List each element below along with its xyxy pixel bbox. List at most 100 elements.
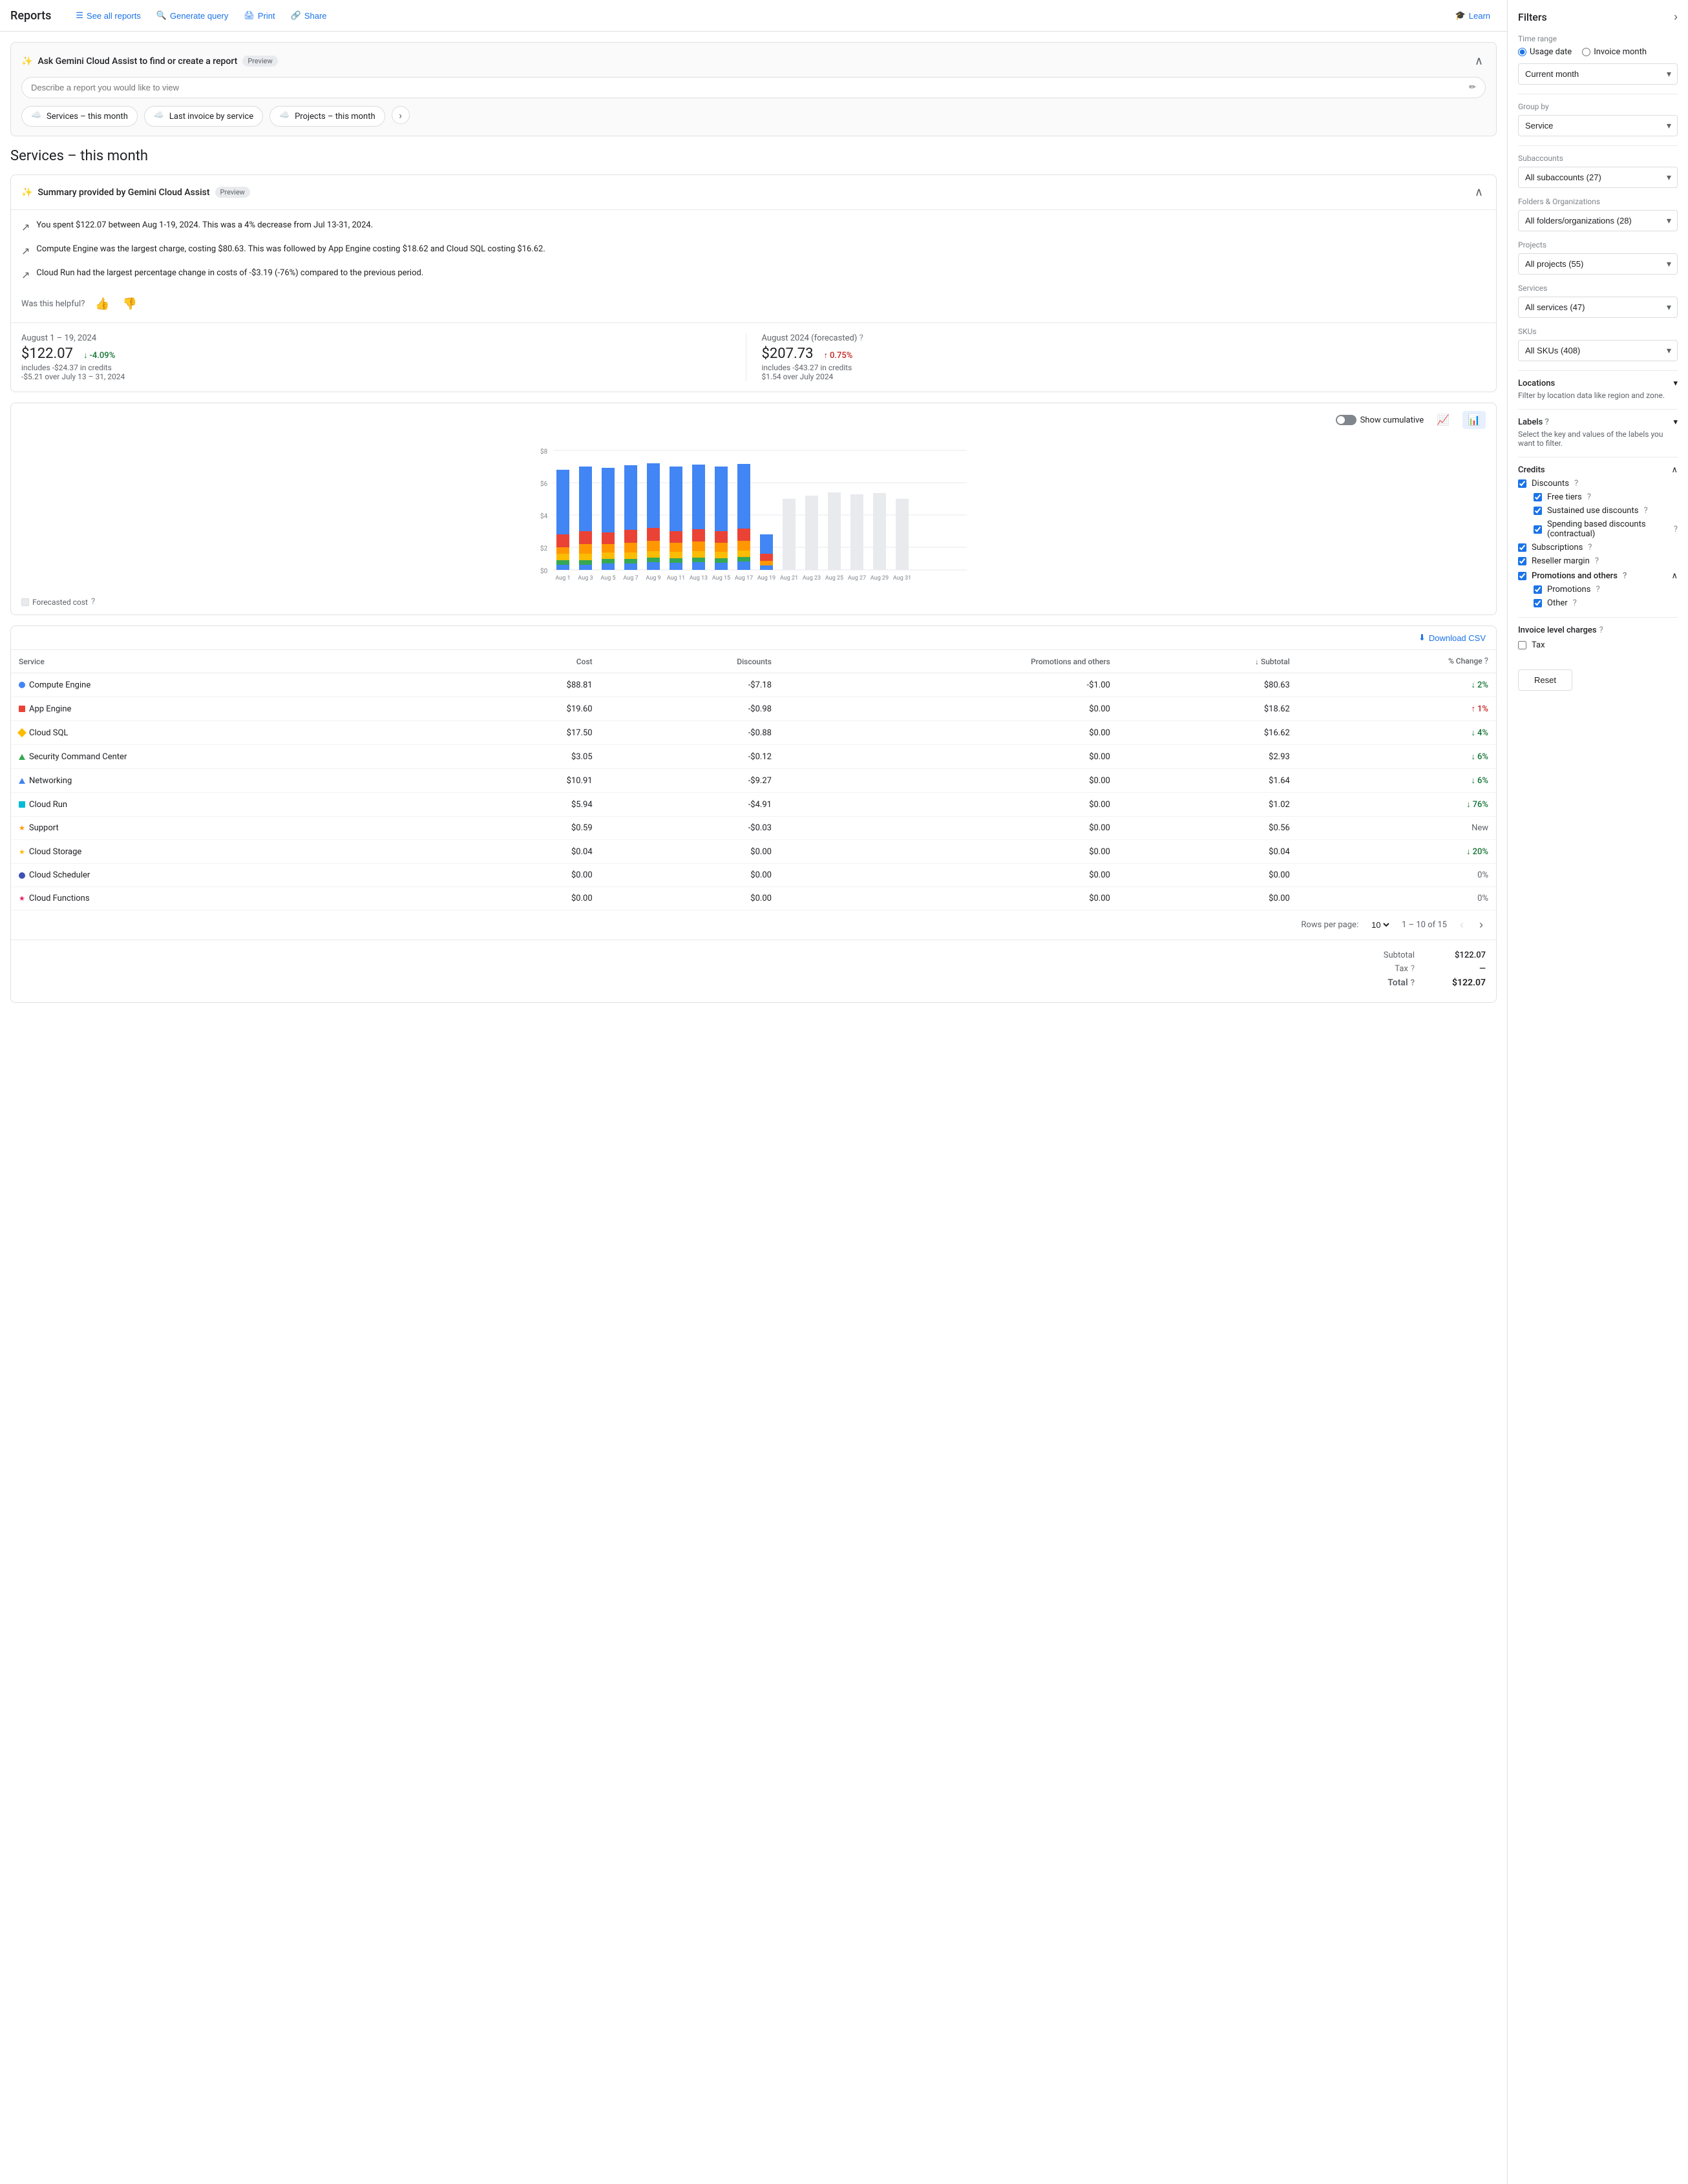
toggle-switch[interactable] bbox=[1336, 415, 1356, 425]
forecasted-help-icon[interactable]: ? bbox=[91, 597, 95, 607]
cell-discounts-7: $0.00 bbox=[600, 840, 779, 864]
cell-discounts-0: -$7.18 bbox=[600, 673, 779, 697]
forecast-help-icon[interactable]: ? bbox=[860, 333, 863, 343]
pagination-row: Rows per page: 10 25 50 1 – 10 of 15 ‹ › bbox=[11, 910, 1496, 940]
usage-date-radio[interactable]: Usage date bbox=[1518, 47, 1572, 57]
subscriptions-help-icon[interactable]: ? bbox=[1588, 543, 1592, 552]
reseller-checkbox[interactable]: Reseller margin ? bbox=[1518, 556, 1678, 566]
discounts-help-icon[interactable]: ? bbox=[1574, 479, 1578, 488]
sustained-help-icon[interactable]: ? bbox=[1643, 506, 1647, 516]
labels-help-icon[interactable]: ? bbox=[1545, 417, 1549, 427]
cell-service-0: Compute Engine bbox=[11, 673, 452, 697]
promotions-sub-help-icon[interactable]: ? bbox=[1596, 585, 1599, 594]
chip-services-month[interactable]: ☁️ Services – this month bbox=[21, 106, 138, 127]
helpful-row: Was this helpful? 👍 👎 bbox=[21, 291, 1486, 313]
credits-header[interactable]: Credits ∧ bbox=[1518, 465, 1678, 475]
app-header: Reports ☰ See all reports 🔍 Generate que… bbox=[0, 0, 1507, 32]
locations-row[interactable]: Locations ▾ bbox=[1518, 379, 1678, 388]
chips-next-button[interactable]: › bbox=[392, 106, 410, 124]
cumulative-toggle[interactable]: Show cumulative bbox=[1336, 415, 1424, 425]
x-label-15: Aug 29 bbox=[870, 575, 889, 582]
group-by-select[interactable]: Service bbox=[1518, 115, 1678, 136]
group-by-wrapper: Service ▾ bbox=[1518, 115, 1678, 136]
discounts-checkbox[interactable]: Discounts ? bbox=[1518, 479, 1678, 488]
chip-last-invoice[interactable]: ☁️ Last invoice by service bbox=[144, 106, 263, 127]
cell-cost-3: $3.05 bbox=[452, 745, 600, 769]
x-label-4: Aug 7 bbox=[623, 575, 638, 582]
filter-credits: Credits ∧ Discounts ? Free tiers ? Susta… bbox=[1518, 465, 1678, 608]
learn-button[interactable]: 🎓 Learn bbox=[1449, 6, 1497, 25]
promotions-header[interactable]: Promotions and others ? ∧ bbox=[1518, 571, 1678, 581]
bar-gold-3 bbox=[602, 552, 615, 559]
share-button[interactable]: 🔗 Share bbox=[284, 6, 333, 25]
cell-change-8: 0% bbox=[1298, 864, 1496, 887]
subaccounts-select[interactable]: All subaccounts (27) bbox=[1518, 167, 1678, 188]
time-range-radio-group: Usage date Invoice month bbox=[1518, 47, 1678, 57]
cell-discounts-9: $0.00 bbox=[600, 887, 779, 910]
chip-projects-month[interactable]: ☁️ Projects – this month bbox=[269, 106, 385, 127]
labels-row[interactable]: Labels ? ▾ bbox=[1518, 417, 1678, 427]
promotions-main-help-icon[interactable]: ? bbox=[1623, 571, 1627, 581]
bar-orange-9 bbox=[737, 541, 750, 552]
spending-checkbox[interactable]: Spending based discounts (contractual) ? bbox=[1534, 520, 1678, 539]
other-help-icon[interactable]: ? bbox=[1573, 598, 1577, 608]
download-csv-button[interactable]: ⬇ Download CSV bbox=[1419, 633, 1486, 643]
gemini-search-input[interactable] bbox=[31, 83, 1469, 92]
cell-discounts-3: -$0.12 bbox=[600, 745, 779, 769]
tax-checkbox[interactable]: Tax bbox=[1518, 640, 1678, 650]
forecast-change-sub: $1.54 over July 2024 bbox=[762, 372, 1486, 381]
cell-subtotal-4: $1.64 bbox=[1118, 769, 1298, 793]
cell-promotions-2: $0.00 bbox=[779, 721, 1118, 745]
cell-promotions-8: $0.00 bbox=[779, 864, 1118, 887]
free-tiers-checkbox[interactable]: Free tiers ? bbox=[1534, 492, 1678, 502]
thumbs-down-button[interactable]: 👎 bbox=[120, 295, 140, 313]
folders-select[interactable]: All folders/organizations (28) bbox=[1518, 210, 1678, 231]
gemini-sparkle-icon: ✨ bbox=[21, 56, 32, 67]
reseller-help-icon[interactable]: ? bbox=[1595, 556, 1599, 566]
rows-per-page-select[interactable]: 10 25 50 bbox=[1369, 919, 1391, 930]
bar-green-6 bbox=[670, 558, 682, 563]
skus-select[interactable]: All SKUs (408) bbox=[1518, 340, 1678, 361]
promotions-sub-checkbox[interactable]: Promotions ? bbox=[1534, 585, 1678, 594]
cell-subtotal-8: $0.00 bbox=[1118, 864, 1298, 887]
tax-help-icon[interactable]: ? bbox=[1411, 964, 1415, 974]
invoice-month-radio[interactable]: Invoice month bbox=[1582, 47, 1647, 57]
cell-subtotal-2: $16.62 bbox=[1118, 721, 1298, 745]
forecast-change: ↑ 0.75% bbox=[824, 350, 853, 361]
y-label-8: $8 bbox=[540, 447, 548, 456]
prev-page-button[interactable]: ‹ bbox=[1457, 917, 1466, 933]
summary-collapse-button[interactable]: ∧ bbox=[1472, 183, 1486, 202]
generate-query-button[interactable]: 🔍 Generate query bbox=[150, 6, 235, 25]
filters-collapse-button[interactable]: › bbox=[1674, 10, 1678, 24]
bar-orange-8 bbox=[715, 543, 728, 553]
folders-label: Folders & Organizations bbox=[1518, 197, 1678, 206]
invoice-charges-help-icon[interactable]: ? bbox=[1599, 625, 1603, 635]
services-select[interactable]: All services (47) bbox=[1518, 297, 1678, 318]
learn-icon: 🎓 bbox=[1455, 10, 1466, 21]
bar-green-1 bbox=[556, 560, 569, 565]
cell-change-7: ↓20% bbox=[1298, 840, 1496, 864]
free-tiers-help-icon[interactable]: ? bbox=[1587, 492, 1591, 502]
reset-button[interactable]: Reset bbox=[1518, 669, 1572, 691]
thumbs-up-button[interactable]: 👍 bbox=[92, 295, 112, 313]
see-all-reports-button[interactable]: ☰ See all reports bbox=[69, 6, 147, 25]
line-chart-button[interactable]: 📈 bbox=[1431, 411, 1455, 429]
promotions-main-checkbox[interactable]: Promotions and others ? bbox=[1518, 571, 1627, 581]
print-button[interactable]: 🖨 Print bbox=[237, 6, 281, 25]
subscriptions-checkbox[interactable]: Subscriptions ? bbox=[1518, 543, 1678, 552]
spending-help-icon[interactable]: ? bbox=[1674, 525, 1678, 534]
change-help-icon[interactable]: ? bbox=[1484, 656, 1488, 666]
col-subtotal[interactable]: ↓ Subtotal bbox=[1118, 650, 1298, 673]
total-help-icon[interactable]: ? bbox=[1411, 978, 1415, 988]
cell-subtotal-7: $0.04 bbox=[1118, 840, 1298, 864]
total-value: $122.07 bbox=[1440, 978, 1486, 988]
bar-green-4 bbox=[624, 559, 637, 563]
gemini-collapse-button[interactable]: ∧ bbox=[1472, 52, 1486, 70]
bar-chart-button[interactable]: 📊 bbox=[1462, 411, 1486, 429]
next-page-button[interactable]: › bbox=[1477, 917, 1486, 933]
projects-select[interactable]: All projects (55) bbox=[1518, 253, 1678, 275]
sustained-checkbox[interactable]: Sustained use discounts ? bbox=[1534, 506, 1678, 516]
current-month-select[interactable]: Current month bbox=[1518, 63, 1678, 85]
bar-gold-5 bbox=[647, 551, 660, 558]
other-checkbox[interactable]: Other ? bbox=[1534, 598, 1678, 608]
